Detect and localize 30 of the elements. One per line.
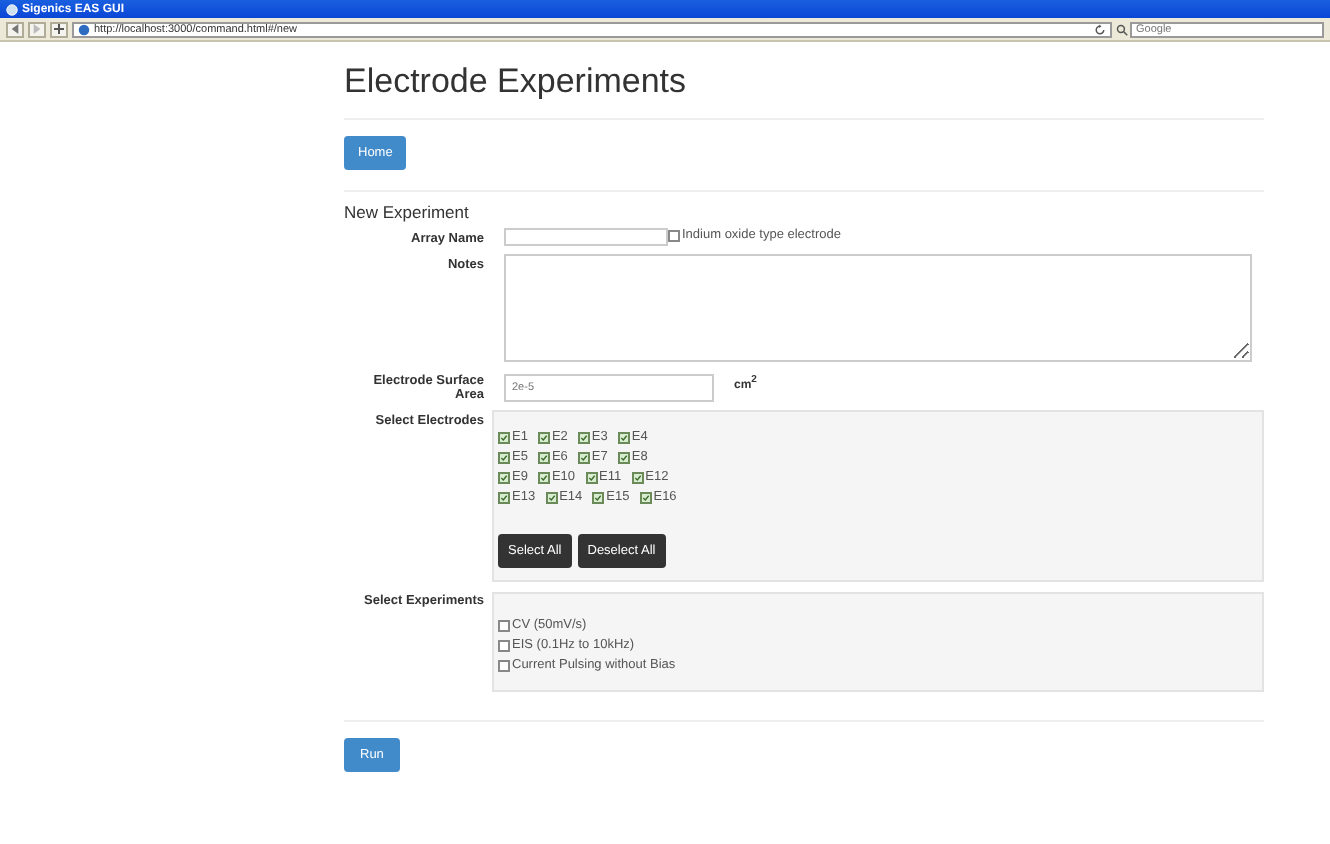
checkbox[interactable]: [498, 660, 510, 672]
checkbox[interactable]: [617, 431, 630, 443]
checkbox[interactable]: [592, 491, 605, 503]
checkbox[interactable]: [545, 491, 558, 503]
checkbox[interactable]: [498, 451, 510, 463]
checkbox[interactable]: [668, 229, 680, 241]
globe-icon: [78, 23, 90, 35]
search-icon: [1116, 23, 1128, 35]
back-button[interactable]: [6, 21, 24, 37]
checkbox[interactable]: [537, 471, 550, 483]
checkbox[interactable]: [498, 471, 510, 483]
checkbox[interactable]: [639, 491, 652, 503]
notes-field[interactable]: [504, 254, 1252, 362]
checkbox[interactable]: [617, 451, 630, 463]
checkbox[interactable]: [498, 620, 510, 632]
checkbox[interactable]: [577, 431, 590, 443]
checkbox[interactable]: [498, 431, 510, 443]
checkbox[interactable]: [577, 451, 590, 463]
new-tab-button[interactable]: [50, 21, 68, 37]
section-title: New Experiment: [344, 202, 471, 222]
checkbox[interactable]: [537, 451, 550, 463]
reload-icon[interactable]: [1094, 23, 1106, 35]
checkbox[interactable]: [537, 431, 550, 443]
checkbox[interactable]: [498, 491, 510, 503]
page-heading: Electrode Experiments: [344, 62, 689, 102]
array-name-field[interactable]: [504, 228, 668, 246]
checkbox[interactable]: [498, 640, 510, 652]
checkbox[interactable]: [631, 471, 644, 483]
globe-icon: [6, 3, 18, 15]
checkbox[interactable]: [585, 471, 598, 483]
